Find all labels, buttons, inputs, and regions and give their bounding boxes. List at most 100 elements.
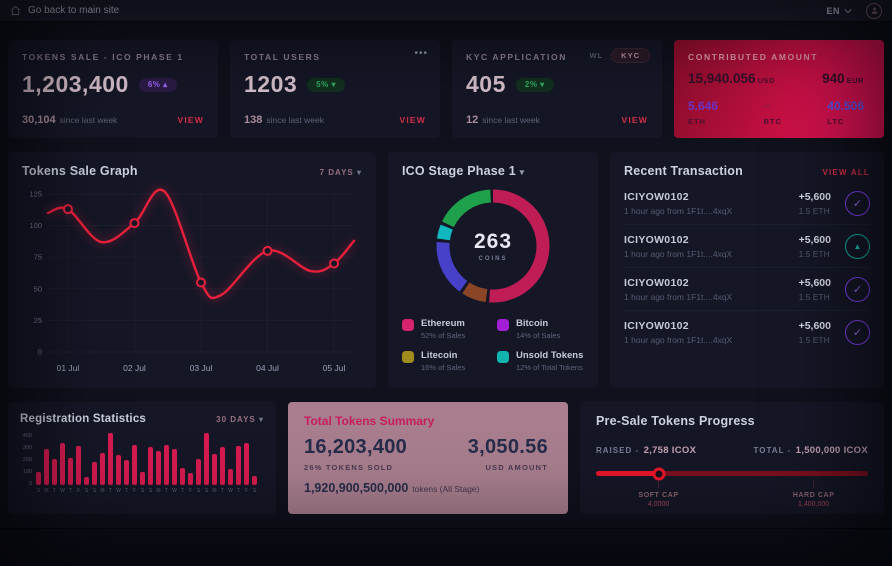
registration-bar[interactable] [164,445,169,485]
view-button[interactable]: VIEW [621,115,648,125]
stat-card-contributed-amount: CONTRIBUTED AMOUNT 15,940.056USD 940EUR … [674,40,884,138]
view-all-button[interactable]: VIEW ALL [822,168,870,177]
day-letter: T [181,488,184,494]
eur-unit: EUR [847,76,864,85]
registration-bar[interactable] [148,447,153,485]
tokens-sale-graph-panel: Tokens Sale Graph 7 DAYS ▾ 1251007550250… [8,152,376,388]
toggle-wl[interactable]: WL [589,51,603,60]
back-label: Go back to main site [28,5,119,16]
registration-bar[interactable] [220,447,225,485]
status-check-icon[interactable]: ✓ [845,191,870,216]
legend-item-unsold-tokens: Unsold Tokens12% of Total Tokens [497,350,584,372]
status-check-icon[interactable]: ✓ [845,320,870,345]
chevron-down-icon[interactable]: ▾ [520,167,525,177]
day-letter: M [212,488,216,494]
y-tick-label: 200 [20,457,32,463]
topbar: Go back to main site EN [0,0,892,22]
day-letter: W [172,488,177,494]
data-point-marker[interactable] [64,205,72,213]
usd-amount-caption: USD AMOUNT [468,463,548,472]
user-avatar[interactable] [866,3,882,19]
data-point-marker[interactable] [264,247,272,255]
back-to-main-site-link[interactable]: Go back to main site [10,5,119,16]
progress-track[interactable] [596,471,868,476]
recent-transaction-panel: Recent Transaction VIEW ALL ICIYOW0102 1… [610,152,884,388]
registration-bar[interactable] [252,476,257,485]
registration-bar[interactable] [132,445,137,485]
registration-bar[interactable] [180,468,185,485]
view-button[interactable]: VIEW [177,115,204,125]
data-point-marker[interactable] [330,260,338,268]
usd-amount-value: 3,050.56 [468,436,548,459]
registration-bar[interactable] [204,433,209,485]
stat-card-total-users: ••• TOTAL USERS 1203 5% ▾ 138since last … [230,40,440,138]
bar-column: S [252,476,257,494]
registration-bar[interactable] [156,451,161,485]
more-menu-icon[interactable]: ••• [414,48,428,59]
svg-text:02 Jul: 02 Jul [123,363,146,373]
registration-bar[interactable] [116,455,121,485]
registration-bar[interactable] [44,449,49,485]
day-letter: F [77,488,80,494]
registration-bar[interactable] [188,473,193,485]
registration-bar[interactable] [92,462,97,485]
registration-bar[interactable] [124,460,129,485]
cap-value: 4,0000 [638,501,678,508]
svg-text:125: 125 [29,190,42,199]
day-letter: S [149,488,152,494]
toggle-kyc[interactable]: KYC [611,48,650,63]
registration-bar[interactable] [236,446,241,485]
cap-label: SOFT CAP [638,492,678,499]
cap-value: 1,400,000 [793,501,835,508]
transaction-row[interactable]: ICIYOW0102 1 hour ago from 1F1t....4xqX … [624,311,870,353]
bar-column: S [148,447,153,494]
registration-bar[interactable] [76,446,81,485]
bar-column: W [228,469,233,494]
data-point-marker[interactable] [130,219,138,227]
bar-column: F [132,445,137,494]
status-up-icon[interactable]: ▲ [845,234,870,259]
day-letter: W [60,488,65,494]
registration-bar[interactable] [212,454,217,485]
data-point-marker[interactable] [197,278,205,286]
trend-badge: 5% ▾ [307,78,345,92]
day-letter: S [197,488,200,494]
delta-value: 138 [244,114,262,126]
registration-bar[interactable] [244,443,249,485]
tokens-sale-line-chart: 125100755025001 Jul02 Jul03 Jul04 Jul05 … [22,182,362,380]
registration-bar[interactable] [100,453,105,486]
bar-column: W [60,443,65,494]
registration-bar[interactable] [172,449,177,485]
range-dropdown[interactable]: 7 DAYS ▾ [320,168,362,177]
registration-bar[interactable] [84,477,89,485]
bar-column: S [204,433,209,494]
registration-bar[interactable] [52,459,57,485]
transaction-row[interactable]: ICIYOW0102 1 hour ago from 1F1t....4xqX … [624,182,870,225]
registration-bar[interactable] [108,433,113,485]
day-letter: T [125,488,128,494]
registration-bar[interactable] [228,469,233,485]
language-selector[interactable]: EN [826,6,852,16]
day-letter: F [133,488,136,494]
bar-column: M [44,449,49,494]
day-letter: F [189,488,192,494]
transaction-id: ICIYOW0102 [624,320,732,332]
day-letter: S [141,488,144,494]
range-dropdown[interactable]: 30 DAYS ▾ [216,415,264,424]
stats-row: TOKENS SALE - ICO PHASE 1 1,203,400 6% ▴… [8,40,884,138]
transaction-row[interactable]: ICIYOW0102 1 hour ago from 1F1t....4xqX … [624,268,870,311]
transaction-row[interactable]: ICIYOW0102 1 hour ago from 1F1t....4xqX … [624,225,870,268]
registration-bar[interactable] [36,472,41,485]
registration-bar-chart: 4003002001000 SMTWTFSSMTWTFSSMTWTFSSMTWT… [20,433,264,494]
svg-text:04 Jul: 04 Jul [256,363,279,373]
registration-bar[interactable] [68,458,73,485]
registration-bar[interactable] [196,459,201,485]
chevron-down-icon [844,8,852,14]
view-button[interactable]: VIEW [399,115,426,125]
bar-column: T [236,446,241,494]
registration-bar[interactable] [60,443,65,485]
transaction-meta: 1 hour ago from 1F1t....4xqX [624,206,732,216]
progress-handle[interactable] [652,467,665,480]
status-check-icon[interactable]: ✓ [845,277,870,302]
registration-bar[interactable] [140,472,145,485]
